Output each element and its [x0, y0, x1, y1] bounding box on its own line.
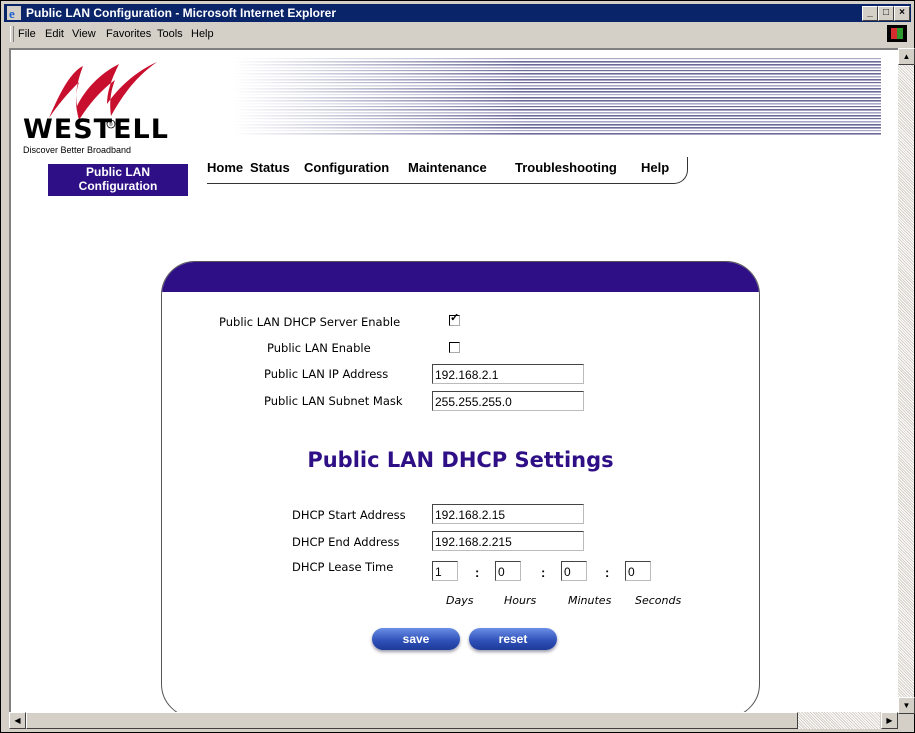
checkmark-icon: ✓ — [450, 312, 460, 324]
panel-header — [162, 262, 759, 292]
menu-tools[interactable]: Tools — [157, 28, 183, 40]
hours-unit-label: Hours — [504, 594, 537, 607]
reset-button[interactable]: reset — [469, 628, 557, 650]
dhcp-start-label: DHCP Start Address — [292, 508, 406, 522]
dhcp-end-label: DHCP End Address — [292, 535, 400, 549]
days-unit-label: Days — [446, 594, 474, 607]
nav-help[interactable]: Help — [641, 160, 669, 175]
brand-tagline: Discover Better Broadband — [23, 145, 132, 155]
section-tab-line1: Public LAN — [85, 165, 150, 179]
menu-view[interactable]: View — [72, 28, 96, 40]
maximize-button[interactable]: □ — [878, 6, 894, 21]
scroll-down-icon[interactable]: ▼ — [898, 697, 915, 714]
save-button[interactable]: save — [372, 628, 460, 650]
scroll-right-icon[interactable]: ▶ — [881, 712, 898, 729]
close-button[interactable]: × — [894, 6, 910, 21]
seconds-unit-label: Seconds — [635, 594, 682, 607]
lease-minutes-input[interactable]: 0 — [561, 561, 587, 581]
horizontal-scrollbar[interactable]: ◀ ▶ — [9, 712, 898, 730]
decorative-stripes — [233, 56, 881, 136]
nav-maintenance[interactable]: Maintenance — [408, 160, 487, 175]
brand-name: WESTELL — [23, 114, 169, 145]
subnet-mask-label: Public LAN Subnet Mask — [264, 394, 403, 408]
lease-time-label: DHCP Lease Time — [292, 560, 394, 574]
minutes-unit-label: Minutes — [568, 594, 612, 607]
lan-enable-label: Public LAN Enable — [267, 341, 371, 355]
dhcp-end-input[interactable]: 192.168.2.215 — [432, 531, 584, 551]
nav-home[interactable]: Home — [207, 160, 243, 175]
svg-text:e: e — [9, 6, 15, 20]
menu-bar: File Edit View Favorites Tools Help — [4, 24, 911, 44]
browser-window: e Public LAN Configuration - Microsoft I… — [0, 0, 915, 733]
section-tab-line2: Configuration — [78, 179, 158, 193]
menu-file[interactable]: File — [18, 28, 36, 40]
main-nav: Home Status Configuration Maintenance Tr… — [207, 157, 688, 184]
lease-days-input[interactable]: 1 — [432, 561, 458, 581]
section-tab: Public LAN Configuration — [48, 164, 188, 196]
config-panel: Public LAN DHCP Server Enable ✓ Public L… — [161, 261, 760, 714]
lease-separator: : — [605, 565, 610, 580]
windows-logo-icon — [887, 25, 907, 42]
subnet-mask-input[interactable]: 255.255.255.0 — [432, 391, 584, 411]
toolbar-grip — [10, 26, 14, 42]
lease-separator: : — [475, 565, 480, 580]
dhcp-server-enable-label: Public LAN DHCP Server Enable — [219, 315, 401, 329]
dhcp-settings-title: Public LAN DHCP Settings — [307, 448, 614, 472]
dhcp-start-input[interactable]: 192.168.2.15 — [432, 504, 584, 524]
lan-enable-checkbox[interactable] — [449, 342, 460, 353]
nav-troubleshooting[interactable]: Troubleshooting — [515, 160, 617, 175]
lease-separator: : — [541, 565, 546, 580]
page-content: ® WESTELL Discover Better Broadband Home… — [9, 48, 898, 714]
scroll-thumb[interactable] — [26, 712, 798, 729]
menu-help[interactable]: Help — [191, 28, 214, 40]
nav-configuration[interactable]: Configuration — [304, 160, 389, 175]
vertical-scrollbar[interactable]: ▲ ▼ — [898, 48, 915, 714]
nav-status[interactable]: Status — [250, 160, 290, 175]
minimize-button[interactable]: _ — [862, 6, 878, 21]
scroll-track-h[interactable] — [798, 712, 880, 729]
scroll-up-icon[interactable]: ▲ — [898, 48, 915, 65]
window-title: Public LAN Configuration - Microsoft Int… — [26, 6, 337, 20]
lease-seconds-input[interactable]: 0 — [625, 561, 651, 581]
ip-address-input[interactable]: 192.168.2.1 — [432, 364, 584, 384]
dhcp-server-enable-checkbox[interactable]: ✓ — [449, 312, 460, 326]
title-bar: e Public LAN Configuration - Microsoft I… — [4, 4, 911, 22]
menu-favorites[interactable]: Favorites — [106, 28, 151, 40]
scroll-track[interactable] — [898, 65, 914, 697]
scroll-left-icon[interactable]: ◀ — [9, 712, 26, 729]
ip-address-label: Public LAN IP Address — [264, 367, 389, 381]
internet-explorer-icon: e — [7, 6, 21, 20]
menu-edit[interactable]: Edit — [45, 28, 64, 40]
lease-hours-input[interactable]: 0 — [495, 561, 521, 581]
